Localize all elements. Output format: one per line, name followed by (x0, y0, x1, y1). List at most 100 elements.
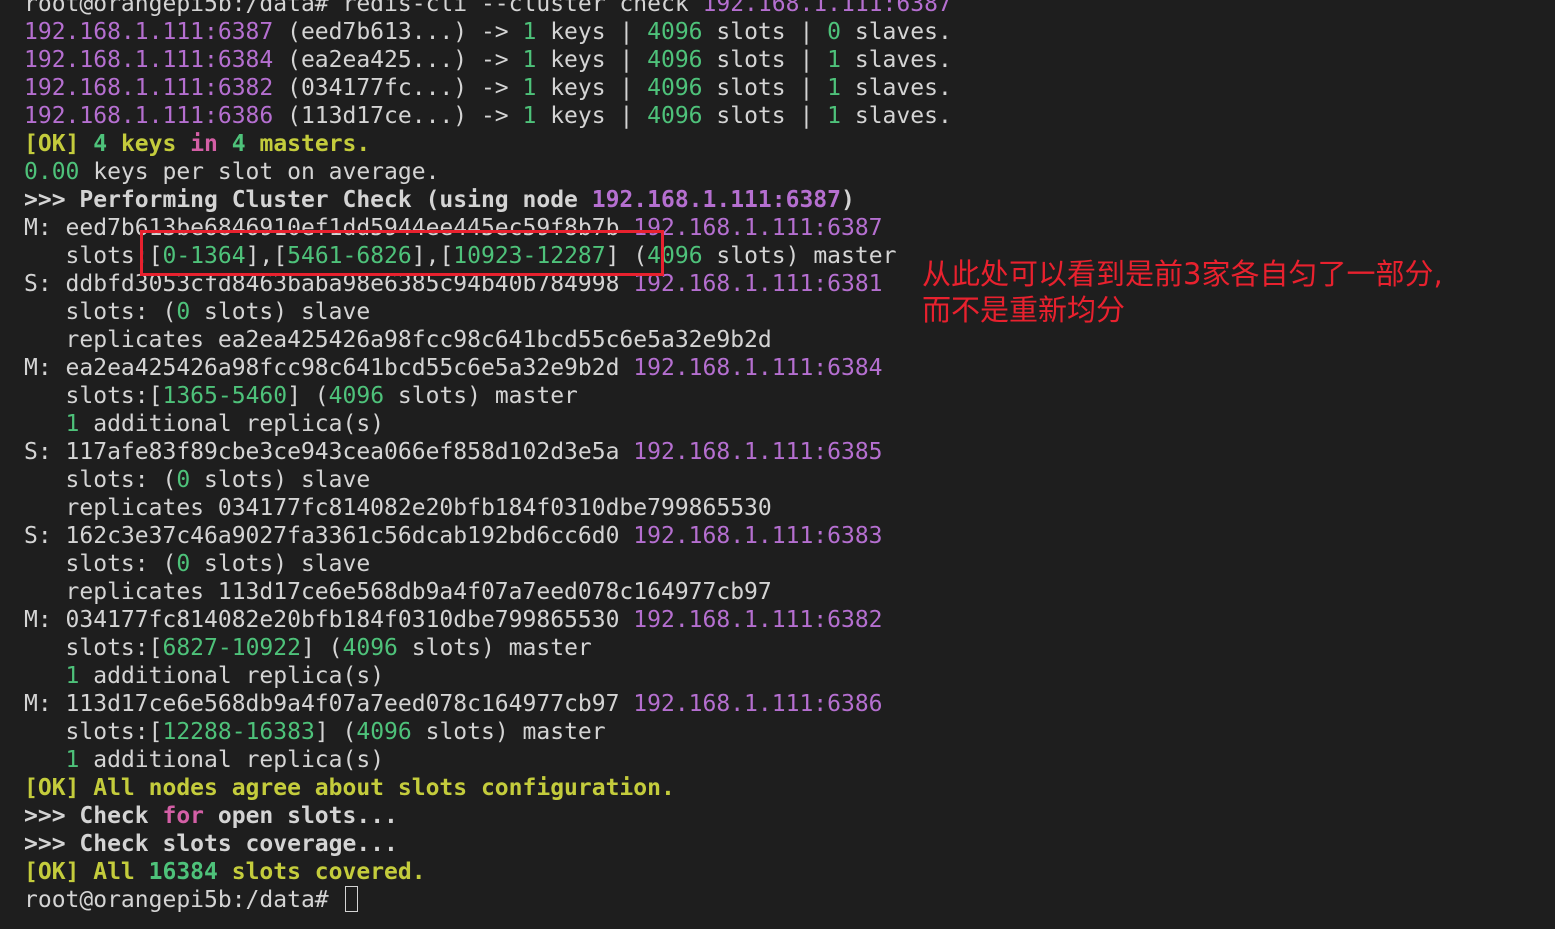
terminal-line: slots: (0 slots) slave (24, 466, 952, 494)
terminal-text: 4096 (328, 383, 385, 409)
terminal-line: replicates ea2ea425426a98fcc98c641bcd55c… (24, 326, 952, 354)
terminal-text: masters. (245, 131, 371, 157)
terminal-text: 1 (522, 47, 537, 73)
terminal-text: slots covered. (217, 859, 426, 885)
terminal-text: 1 (522, 19, 537, 45)
terminal-line: [OK] All nodes agree about slots configu… (24, 774, 952, 802)
terminal-text: ) (840, 187, 855, 213)
terminal-text: ],[ (245, 243, 288, 269)
terminal-text: M: eed7b613be6846910ef1dd5944ee445ec59f8… (24, 215, 634, 241)
terminal-line: slots:[0-1364],[5461-6826],[10923-12287]… (24, 242, 952, 270)
terminal-text: 4096 (647, 75, 703, 101)
terminal-line: 192.168.1.111:6384 (ea2ea425...) -> 1 ke… (24, 46, 952, 74)
terminal-line: M: eed7b613be6846910ef1dd5944ee445ec59f8… (24, 214, 952, 242)
terminal-text: slots:[ (24, 719, 163, 745)
terminal-text: in (190, 131, 218, 157)
terminal-text: 0.00 (24, 159, 80, 185)
annotation-line-2: 而不是重新均分 (922, 293, 1126, 327)
terminal-text: 192.168.1.111:6382 (633, 607, 883, 633)
terminal-text: 0 (176, 551, 191, 577)
terminal-text: replicates ea2ea425426a98fcc98c641bcd55c… (24, 327, 772, 353)
terminal-text: S: 117afe83f89cbe3ce943cea066ef858d102d3… (24, 439, 634, 465)
terminal-text: 0 (176, 467, 191, 493)
terminal-text: 4 (93, 131, 108, 157)
terminal-text: slaves. (841, 75, 952, 101)
terminal-line: 192.168.1.111:6382 (034177fc...) -> 1 ke… (24, 74, 952, 102)
terminal-text: keys per slot on average. (79, 159, 440, 185)
terminal-window[interactable]: root@orangepi5b:/data# redis-cli --clust… (0, 0, 1555, 929)
terminal-text: additional replica(s) (79, 747, 385, 773)
terminal-line: M: ea2ea425426a98fcc98c641bcd55c6e5a32e9… (24, 354, 952, 382)
terminal-text: 6827-10922 (162, 635, 301, 661)
terminal-text: 0-1364 (162, 243, 246, 269)
terminal-text: slaves. (841, 103, 952, 129)
terminal-text: 4096 (342, 635, 398, 661)
terminal-text: replicates 113d17ce6e568db9a4f07a7eed078… (24, 579, 772, 605)
terminal-text: slots) master (384, 383, 578, 409)
terminal-text: additional replica(s) (79, 411, 385, 437)
terminal-text: slots | (702, 19, 828, 45)
terminal-text: 4096 (647, 19, 703, 45)
terminal-line: S: 162c3e37c46a9027fa3361c56dcab192bd6cc… (24, 522, 952, 550)
terminal-text: 12288-16383 (162, 719, 315, 745)
terminal-output: root@orangepi5b:/data# redis-cli --clust… (24, 0, 952, 914)
terminal-line: >>> Check slots coverage... (24, 830, 952, 858)
terminal-text: [OK] All nodes agree about slots configu… (24, 775, 675, 801)
terminal-text: 0 (176, 299, 191, 325)
terminal-text: slots:[ (24, 635, 163, 661)
terminal-line: 1 additional replica(s) (24, 662, 952, 690)
terminal-line: S: 117afe83f89cbe3ce943cea066ef858d102d3… (24, 438, 952, 466)
terminal-text: ] ( (314, 719, 357, 745)
terminal-text: 1 (65, 747, 80, 773)
terminal-text: slots) master (411, 719, 606, 745)
terminal-text: 4096 (647, 103, 703, 129)
terminal-text: [OK] All (24, 859, 149, 885)
terminal-text: ] ( (287, 383, 329, 409)
terminal-text: 192.168.1.111:6387 (702, 0, 952, 17)
terminal-text: 1 (522, 75, 537, 101)
terminal-line: slots: (0 slots) slave (24, 298, 952, 326)
terminal-text: (eed7b613...) -> (273, 19, 523, 45)
terminal-text: slots | (702, 75, 828, 101)
terminal-text: additional replica(s) (79, 663, 385, 689)
terminal-text: 16384 (148, 859, 218, 885)
terminal-text: >>> Performing Cluster Check (using node (24, 187, 592, 213)
terminal-line: [OK] 4 keys in 4 masters. (24, 130, 952, 158)
terminal-line: replicates 034177fc814082e20bfb184f0310d… (24, 494, 952, 522)
terminal-line: S: ddbfd3053cfd8463baba98e6385c94b40b784… (24, 270, 952, 298)
terminal-text: keys | (536, 19, 648, 45)
terminal-text: 192.168.1.111:6387 (591, 187, 841, 213)
terminal-line: replicates 113d17ce6e568db9a4f07a7eed078… (24, 578, 952, 606)
terminal-text: 192.168.1.111:6387 (24, 19, 274, 45)
terminal-text: ],[ (411, 243, 454, 269)
terminal-text: 1 (827, 75, 842, 101)
terminal-text: 1 (827, 103, 842, 129)
terminal-text: slots: ( (24, 467, 177, 493)
terminal-text: slots) master (397, 635, 592, 661)
terminal-text: keys | (536, 47, 648, 73)
annotation-note: 从此处可以看到是前3家各自匀了一部分, 而不是重新均分 (922, 256, 1542, 328)
terminal-line: 1 additional replica(s) (24, 410, 952, 438)
terminal-text: slots) slave (190, 551, 371, 577)
terminal-text: for (162, 803, 205, 829)
terminal-line: M: 113d17ce6e568db9a4f07a7eed078c164977c… (24, 690, 952, 718)
terminal-text: ] ( (605, 243, 648, 269)
terminal-text: 192.168.1.111:6386 (633, 691, 883, 717)
terminal-text: M: 034177fc814082e20bfb184f0310dbe799865… (24, 607, 634, 633)
terminal-text: (ea2ea425...) -> (273, 47, 523, 73)
terminal-text: slots | (702, 103, 828, 129)
terminal-line: M: 034177fc814082e20bfb184f0310dbe799865… (24, 606, 952, 634)
terminal-text: S: ddbfd3053cfd8463baba98e6385c94b40b784… (24, 271, 634, 297)
cursor-icon (344, 886, 358, 912)
terminal-text: 0 (827, 19, 842, 45)
terminal-text: 192.168.1.111:6382 (24, 75, 274, 101)
terminal-text: M: ea2ea425426a98fcc98c641bcd55c6e5a32e9… (24, 355, 634, 381)
terminal-text: keys | (536, 75, 648, 101)
terminal-text: 1 (827, 47, 842, 73)
terminal-text: 192.168.1.111:6385 (633, 439, 883, 465)
terminal-text: (113d17ce...) -> (273, 103, 523, 129)
